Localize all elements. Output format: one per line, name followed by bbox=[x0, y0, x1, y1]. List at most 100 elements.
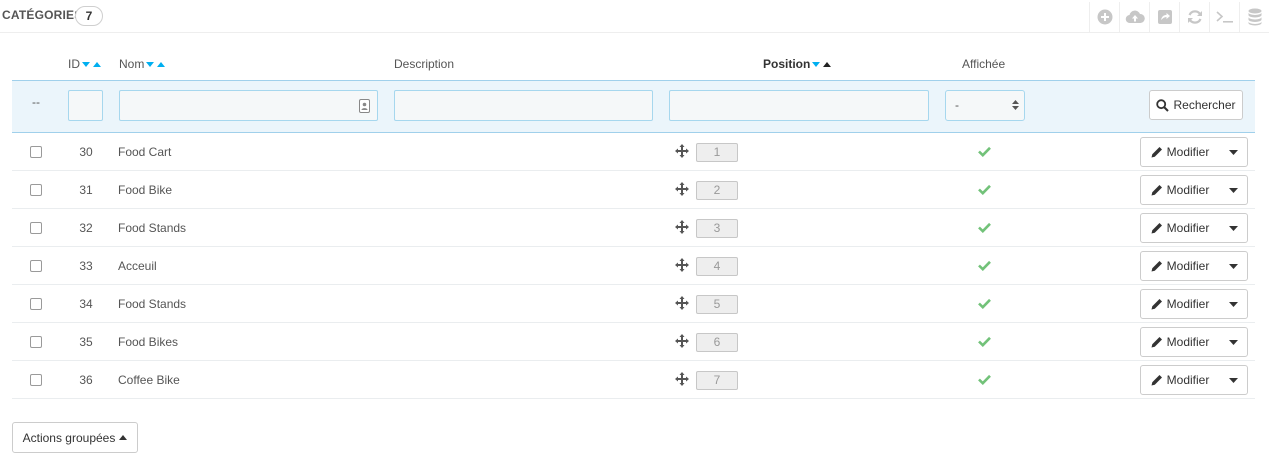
caret-down-icon bbox=[1228, 149, 1238, 155]
caret-down-icon bbox=[1228, 339, 1238, 345]
row-checkbox[interactable] bbox=[30, 184, 42, 196]
check-icon[interactable] bbox=[978, 374, 991, 385]
edit-button[interactable]: Modifier bbox=[1141, 138, 1219, 166]
drag-handle-icon[interactable] bbox=[675, 144, 689, 158]
sql-manager-button[interactable] bbox=[1239, 2, 1269, 32]
row-actions-dropdown-toggle[interactable] bbox=[1219, 252, 1247, 280]
pencil-icon bbox=[1151, 299, 1162, 310]
position-badge: 3 bbox=[696, 219, 738, 238]
pencil-icon bbox=[1151, 223, 1162, 234]
check-icon[interactable] bbox=[978, 336, 991, 347]
table-header: ID Nom Description Position Affichée bbox=[12, 48, 1255, 81]
row-actions: Modifier bbox=[1140, 175, 1248, 205]
edit-button-label: Modifier bbox=[1166, 145, 1210, 159]
row-actions: Modifier bbox=[1140, 289, 1248, 319]
refresh-button[interactable] bbox=[1179, 2, 1209, 32]
edit-button-label: Modifier bbox=[1166, 183, 1210, 197]
export-button[interactable] bbox=[1149, 2, 1179, 32]
edit-button-label: Modifier bbox=[1166, 373, 1210, 387]
column-name: Nom bbox=[119, 57, 166, 71]
row-actions-dropdown-toggle[interactable] bbox=[1219, 138, 1247, 166]
edit-button[interactable]: Modifier bbox=[1141, 252, 1219, 280]
sort-desc-icon[interactable] bbox=[812, 61, 821, 67]
caret-down-icon bbox=[1228, 187, 1238, 193]
row-id: 36 bbox=[79, 373, 93, 387]
check-icon[interactable] bbox=[978, 184, 991, 195]
row-checkbox[interactable] bbox=[30, 336, 42, 348]
row-actions-dropdown-toggle[interactable] bbox=[1219, 176, 1247, 204]
filter-id-input[interactable] bbox=[68, 90, 103, 121]
drag-handle-icon[interactable] bbox=[675, 334, 689, 348]
row-checkbox[interactable] bbox=[30, 374, 42, 386]
row-checkbox[interactable] bbox=[30, 146, 42, 158]
drag-handle-icon[interactable] bbox=[675, 220, 689, 234]
check-icon[interactable] bbox=[978, 260, 991, 271]
column-id-label: ID bbox=[68, 57, 80, 71]
edit-button[interactable]: Modifier bbox=[1141, 366, 1219, 394]
column-id: ID bbox=[68, 57, 102, 71]
add-new-button[interactable] bbox=[1089, 2, 1119, 32]
row-actions: Modifier bbox=[1140, 213, 1248, 243]
position-badge: 2 bbox=[696, 181, 738, 200]
sql-query-button[interactable] bbox=[1209, 2, 1239, 32]
row-checkbox[interactable] bbox=[30, 222, 42, 234]
row-actions-dropdown-toggle[interactable] bbox=[1219, 290, 1247, 318]
sort-asc-icon[interactable] bbox=[93, 61, 101, 67]
sort-asc-icon[interactable] bbox=[157, 61, 166, 67]
row-name: Food Cart bbox=[118, 145, 172, 159]
drag-handle-icon[interactable] bbox=[675, 372, 689, 386]
search-button-label: Rechercher bbox=[1173, 98, 1236, 112]
row-actions-dropdown-toggle[interactable] bbox=[1219, 328, 1247, 356]
add-circle-icon bbox=[1097, 9, 1112, 25]
table-row: 33 Acceuil 4 Modifier bbox=[12, 247, 1255, 285]
caret-up-icon bbox=[119, 435, 128, 440]
row-checkbox[interactable] bbox=[30, 260, 42, 272]
column-position-label: Position bbox=[763, 57, 811, 71]
column-position: Position bbox=[763, 57, 832, 71]
drag-handle-icon[interactable] bbox=[675, 182, 689, 196]
import-button[interactable] bbox=[1119, 2, 1149, 32]
row-name: Food Stands bbox=[118, 297, 187, 311]
position-badge: 5 bbox=[696, 295, 738, 314]
table-row: 36 Coffee Bike 7 Modifier bbox=[12, 361, 1255, 399]
bulk-actions-label: Actions groupées bbox=[22, 430, 116, 445]
contact-card-icon bbox=[359, 99, 370, 113]
edit-button[interactable]: Modifier bbox=[1141, 290, 1219, 318]
filter-row: -- - Rechercher bbox=[12, 81, 1255, 133]
check-icon[interactable] bbox=[978, 146, 991, 157]
position-badge: 4 bbox=[696, 257, 738, 276]
row-actions-dropdown-toggle[interactable] bbox=[1219, 214, 1247, 242]
sort-desc-icon[interactable] bbox=[82, 61, 90, 67]
select-arrows-icon bbox=[1012, 100, 1019, 110]
edit-button[interactable]: Modifier bbox=[1141, 328, 1219, 356]
row-actions: Modifier bbox=[1140, 251, 1248, 281]
position-badge: 7 bbox=[696, 371, 738, 390]
toolbar bbox=[1089, 2, 1269, 32]
sort-desc-icon[interactable] bbox=[146, 61, 155, 67]
drag-handle-icon[interactable] bbox=[675, 296, 689, 310]
search-button[interactable]: Rechercher bbox=[1149, 90, 1243, 120]
position-badge: 6 bbox=[696, 333, 738, 352]
check-icon[interactable] bbox=[978, 222, 991, 233]
sort-asc-icon[interactable] bbox=[823, 61, 832, 67]
drag-handle-icon[interactable] bbox=[675, 258, 689, 272]
edit-button[interactable]: Modifier bbox=[1141, 176, 1219, 204]
check-icon[interactable] bbox=[978, 298, 991, 309]
filter-displayed-select[interactable]: - bbox=[945, 90, 1025, 121]
table-row: 31 Food Bike 2 Modifier bbox=[12, 171, 1255, 209]
row-checkbox[interactable] bbox=[30, 298, 42, 310]
refresh-icon bbox=[1187, 10, 1202, 24]
filter-name-input[interactable] bbox=[119, 90, 378, 121]
caret-down-icon bbox=[1228, 225, 1238, 231]
filter-position-input[interactable] bbox=[669, 90, 929, 121]
row-name: Coffee Bike bbox=[118, 373, 180, 387]
caret-down-icon bbox=[1228, 377, 1238, 383]
database-icon bbox=[1248, 8, 1261, 26]
edit-button[interactable]: Modifier bbox=[1141, 214, 1219, 242]
bulk-actions-button[interactable]: Actions groupées bbox=[12, 422, 138, 453]
row-actions-dropdown-toggle[interactable] bbox=[1219, 366, 1247, 394]
row-actions: Modifier bbox=[1140, 327, 1248, 357]
row-actions: Modifier bbox=[1140, 137, 1248, 167]
filter-description-input[interactable] bbox=[394, 90, 653, 121]
name-sort-controls bbox=[146, 57, 166, 71]
